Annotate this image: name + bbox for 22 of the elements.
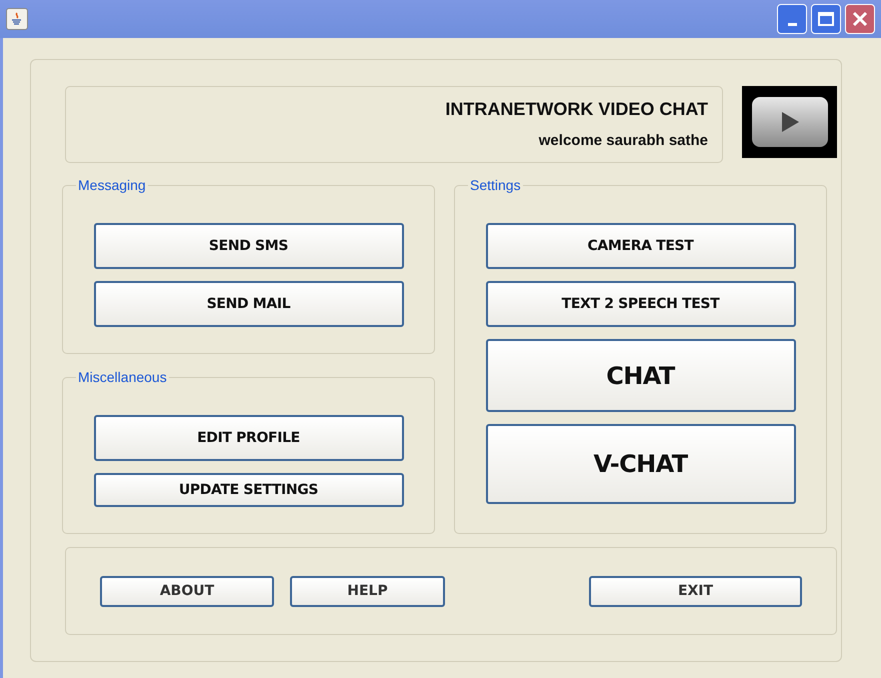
action-button[interactable]: EDIT PROFILE — [94, 415, 404, 461]
action-button[interactable]: CHAT — [486, 339, 796, 412]
footer-button[interactable]: HELP — [290, 576, 445, 606]
footer-button[interactable]: ABOUT — [100, 576, 274, 606]
action-button[interactable]: CAMERA TEST — [486, 223, 796, 269]
group-title: Messaging — [76, 177, 148, 193]
action-button[interactable]: UPDATE SETTINGS — [94, 473, 404, 507]
group-title: Settings — [468, 177, 523, 193]
welcome-text: welcome saurabh sathe — [538, 131, 708, 152]
maximize-button[interactable] — [811, 4, 841, 34]
app-title: INTRANETWORK VIDEO CHAT — [445, 98, 708, 122]
java-cup-icon — [6, 8, 28, 30]
close-icon — [852, 11, 868, 27]
action-button[interactable]: SEND SMS — [94, 223, 404, 269]
action-button[interactable]: TEXT 2 SPEECH TEST — [486, 281, 796, 327]
minimize-button[interactable] — [777, 4, 807, 34]
play-logo-icon — [742, 86, 837, 158]
action-button[interactable]: SEND MAIL — [94, 281, 404, 327]
close-button[interactable] — [845, 4, 875, 34]
footer-button[interactable]: EXIT — [589, 576, 802, 606]
group-title: Miscellaneous — [76, 369, 169, 385]
action-button[interactable]: V-CHAT — [486, 424, 796, 504]
